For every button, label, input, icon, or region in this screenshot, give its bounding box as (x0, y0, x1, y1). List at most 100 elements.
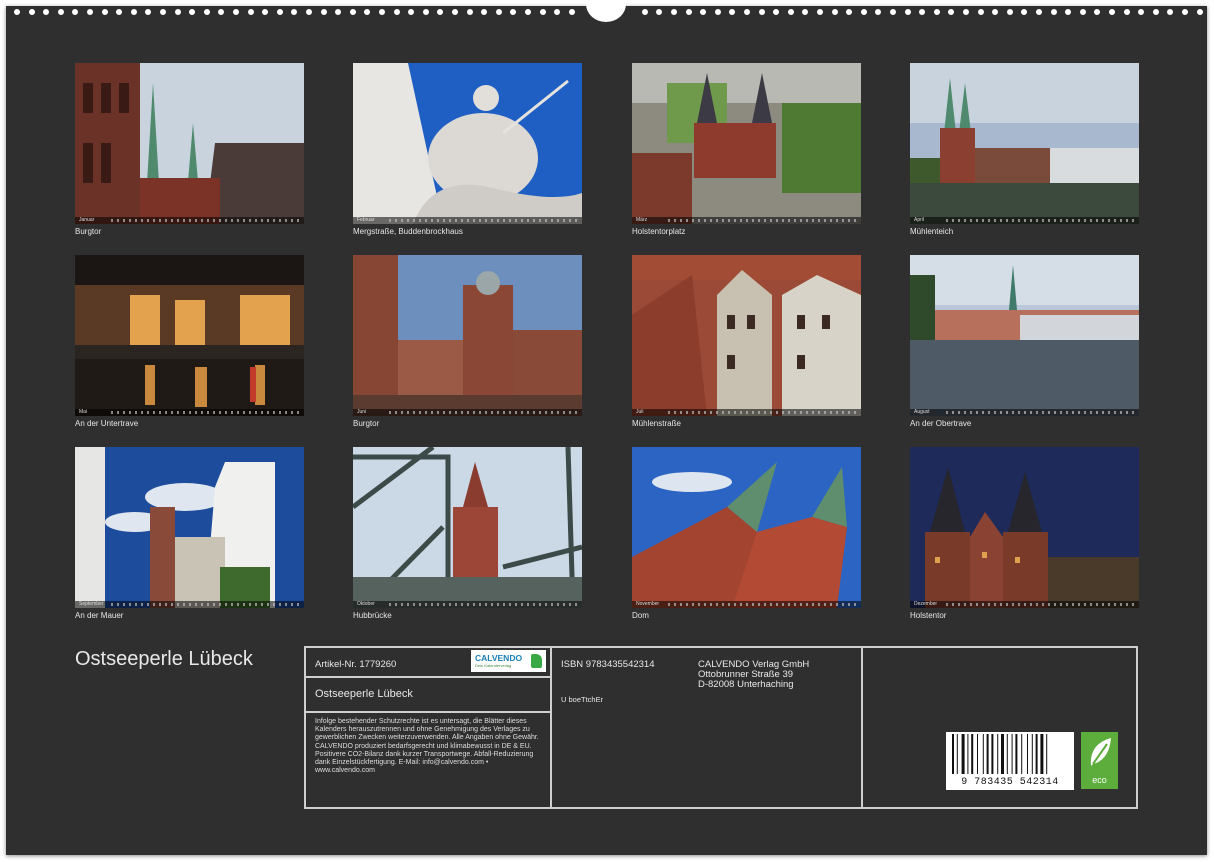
caption: Mühlenteich (910, 227, 954, 236)
binding-ring (1182, 9, 1188, 15)
binding-ring (1021, 9, 1027, 15)
photo-december: Dezember (910, 447, 1139, 608)
binding-ring (1138, 9, 1144, 15)
binding-ring (1153, 9, 1159, 15)
binding-ring (306, 9, 312, 15)
caption: An der Untertrave (75, 419, 139, 428)
divider (550, 648, 552, 807)
binding-ring (1051, 9, 1057, 15)
binding-ring (773, 9, 779, 15)
binding-ring (145, 9, 151, 15)
binding-ring (992, 9, 998, 15)
binding-ring (905, 9, 911, 15)
photo-september: September (75, 447, 304, 608)
photo-may: Mai (75, 255, 304, 416)
binding-ring (29, 9, 35, 15)
binding-ring (72, 9, 78, 15)
binding-ring (248, 9, 254, 15)
binding-ring (277, 9, 283, 15)
photo-august: August (910, 255, 1139, 416)
binding-ring (291, 9, 297, 15)
caption: Holstentor (910, 611, 947, 620)
binding-ring (131, 9, 137, 15)
binding-ring (452, 9, 458, 15)
binding-ring (218, 9, 224, 15)
barcode: 9 783435 542314 (946, 732, 1074, 790)
binding-ring (335, 9, 341, 15)
binding-ring (1167, 9, 1173, 15)
photo-july: Juli (632, 255, 861, 416)
caption: Burgtor (353, 419, 380, 428)
binding-ring (525, 9, 531, 15)
binding-ring (1007, 9, 1013, 15)
product-title: Ostseeperle Lübeck (315, 688, 413, 700)
binding-ring (204, 9, 210, 15)
binding-ring (467, 9, 473, 15)
binding-ring (656, 9, 662, 15)
caption: Mühlenstraße (632, 419, 681, 428)
binding-ring (1109, 9, 1115, 15)
binding-ring (671, 9, 677, 15)
binding-ring (510, 9, 516, 15)
divider (306, 711, 550, 713)
binding-ring (1065, 9, 1071, 15)
binding-ring (554, 9, 560, 15)
binding-ring (744, 9, 750, 15)
binding-ring (948, 9, 954, 15)
legal-notice: Infolge bestehender Schutzrechte ist es … (315, 718, 539, 775)
binding-ring (394, 9, 400, 15)
binding-ring (875, 9, 881, 15)
photo-april: April (910, 63, 1139, 224)
caption: Burgtor (75, 227, 102, 236)
binding-ring (788, 9, 794, 15)
binding-ring (87, 9, 93, 15)
binding-ring (890, 9, 896, 15)
binding-ring (642, 9, 648, 15)
binding-ring (1124, 9, 1130, 15)
photo-november: November (632, 447, 861, 608)
binding-ring (686, 9, 692, 15)
photo-june: Juni (353, 255, 582, 416)
binding-ring (423, 9, 429, 15)
binding-ring (408, 9, 414, 15)
binding-ring (496, 9, 502, 15)
binding-ring (437, 9, 443, 15)
divider (861, 648, 863, 807)
photo-february: Februar (353, 63, 582, 224)
info-box: Artikel-Nr. 1779260 CALVENDO Dein Kalend… (304, 646, 1138, 809)
caption: Hubbrücke (353, 611, 392, 620)
binding-ring (978, 9, 984, 15)
caption: Dom (632, 611, 649, 620)
binding-ring (43, 9, 49, 15)
binding-ring (321, 9, 327, 15)
binding-ring (14, 9, 20, 15)
photo-october: Oktober (353, 447, 582, 608)
binding-ring (160, 9, 166, 15)
binding-ring (802, 9, 808, 15)
binding-ring (1197, 9, 1203, 15)
author-code: U boeTtchEr (561, 695, 604, 704)
binding-ring (963, 9, 969, 15)
binding-ring (715, 9, 721, 15)
binding-ring (364, 9, 370, 15)
binding-ring (189, 9, 195, 15)
caption: An der Obertrave (910, 419, 972, 428)
caption: Holstentorplatz (632, 227, 686, 236)
binding-ring (846, 9, 852, 15)
caption: Mergstraße, Buddenbrockhaus (353, 227, 463, 236)
binding-ring (102, 9, 108, 15)
photo-march: März (632, 63, 861, 224)
binding-ring (1036, 9, 1042, 15)
article-number: Artikel-Nr. 1779260 (315, 659, 397, 670)
binding-ring (861, 9, 867, 15)
binding-ring (1080, 9, 1086, 15)
binding-ring (700, 9, 706, 15)
calvendo-logo: CALVENDO Dein Kalenderverlag (471, 650, 546, 672)
publisher-city: D-82008 Unterhaching (698, 679, 794, 690)
binding-ring (350, 9, 356, 15)
binding-ring (817, 9, 823, 15)
binding-ring (729, 9, 735, 15)
binding-ring (233, 9, 239, 15)
photo-january: Januar (75, 63, 304, 224)
calendar-title: Ostseeperle Lübeck (75, 648, 253, 670)
